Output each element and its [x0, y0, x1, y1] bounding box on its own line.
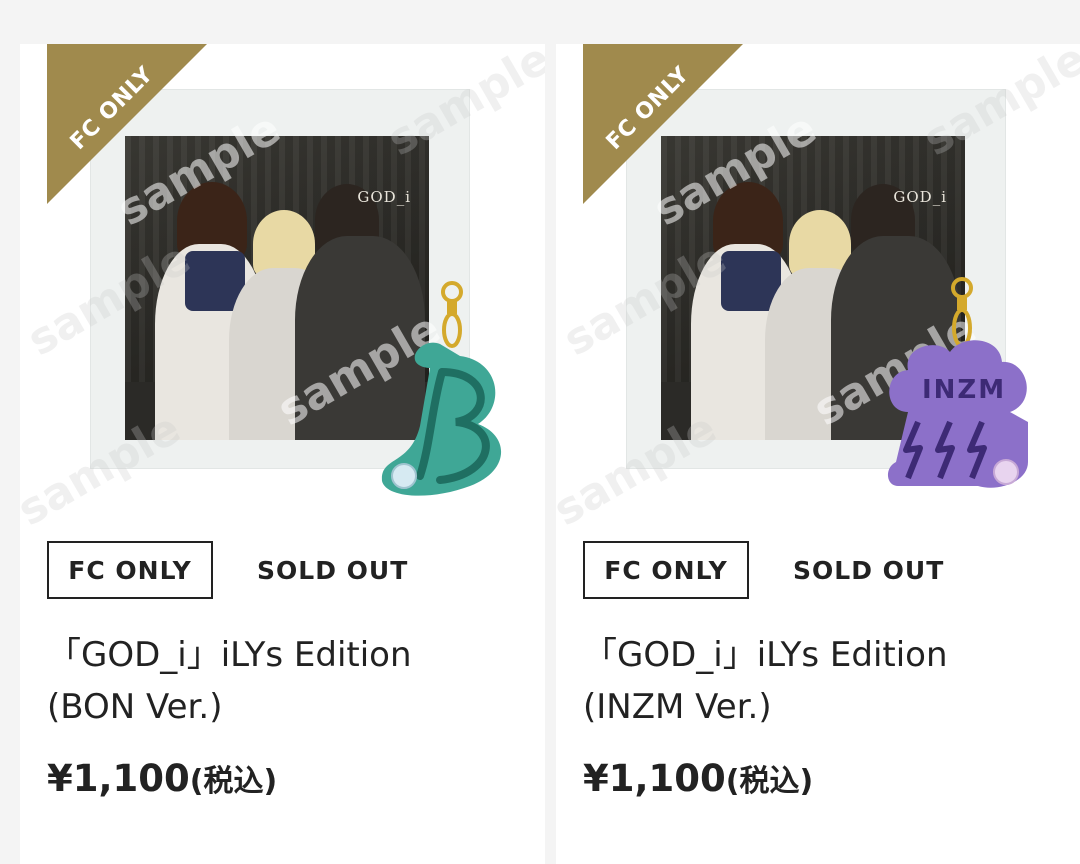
album-logo: GOD_i — [893, 188, 947, 206]
fc-only-ribbon: FC ONLY — [47, 44, 207, 204]
sold-out-status: SOLD OUT — [793, 555, 945, 585]
product-title-line1: 「GOD_i」iLYs Edition — [47, 635, 412, 675]
product-title[interactable]: 「GOD_i」iLYs Edition (INZM Ver.) — [583, 629, 1063, 733]
album-logo: GOD_i — [357, 188, 411, 206]
product-card-bon[interactable]: GOD_i sample sample sample sample sample… — [20, 44, 545, 864]
product-card-inzm[interactable]: GOD_i sample sample sample sample sample… — [556, 44, 1080, 864]
product-price: ¥1,100(税込) — [583, 757, 814, 800]
letter-b-charm-icon — [381, 281, 502, 496]
fc-only-badge: FC ONLY — [583, 541, 749, 599]
cloud-lightning-charm-icon: INZM — [887, 277, 1028, 488]
sold-out-status: SOLD OUT — [257, 555, 409, 585]
fc-only-ribbon: FC ONLY — [583, 44, 743, 204]
product-title[interactable]: 「GOD_i」iLYs Edition (BON Ver.) — [47, 629, 527, 733]
product-title-line1: 「GOD_i」iLYs Edition — [583, 635, 948, 675]
product-title-line2: (BON Ver.) — [47, 687, 223, 727]
product-price: ¥1,100(税込) — [47, 757, 278, 800]
svg-text:INZM: INZM — [922, 375, 1006, 405]
fc-only-badge: FC ONLY — [47, 541, 213, 599]
product-title-line2: (INZM Ver.) — [583, 687, 772, 727]
